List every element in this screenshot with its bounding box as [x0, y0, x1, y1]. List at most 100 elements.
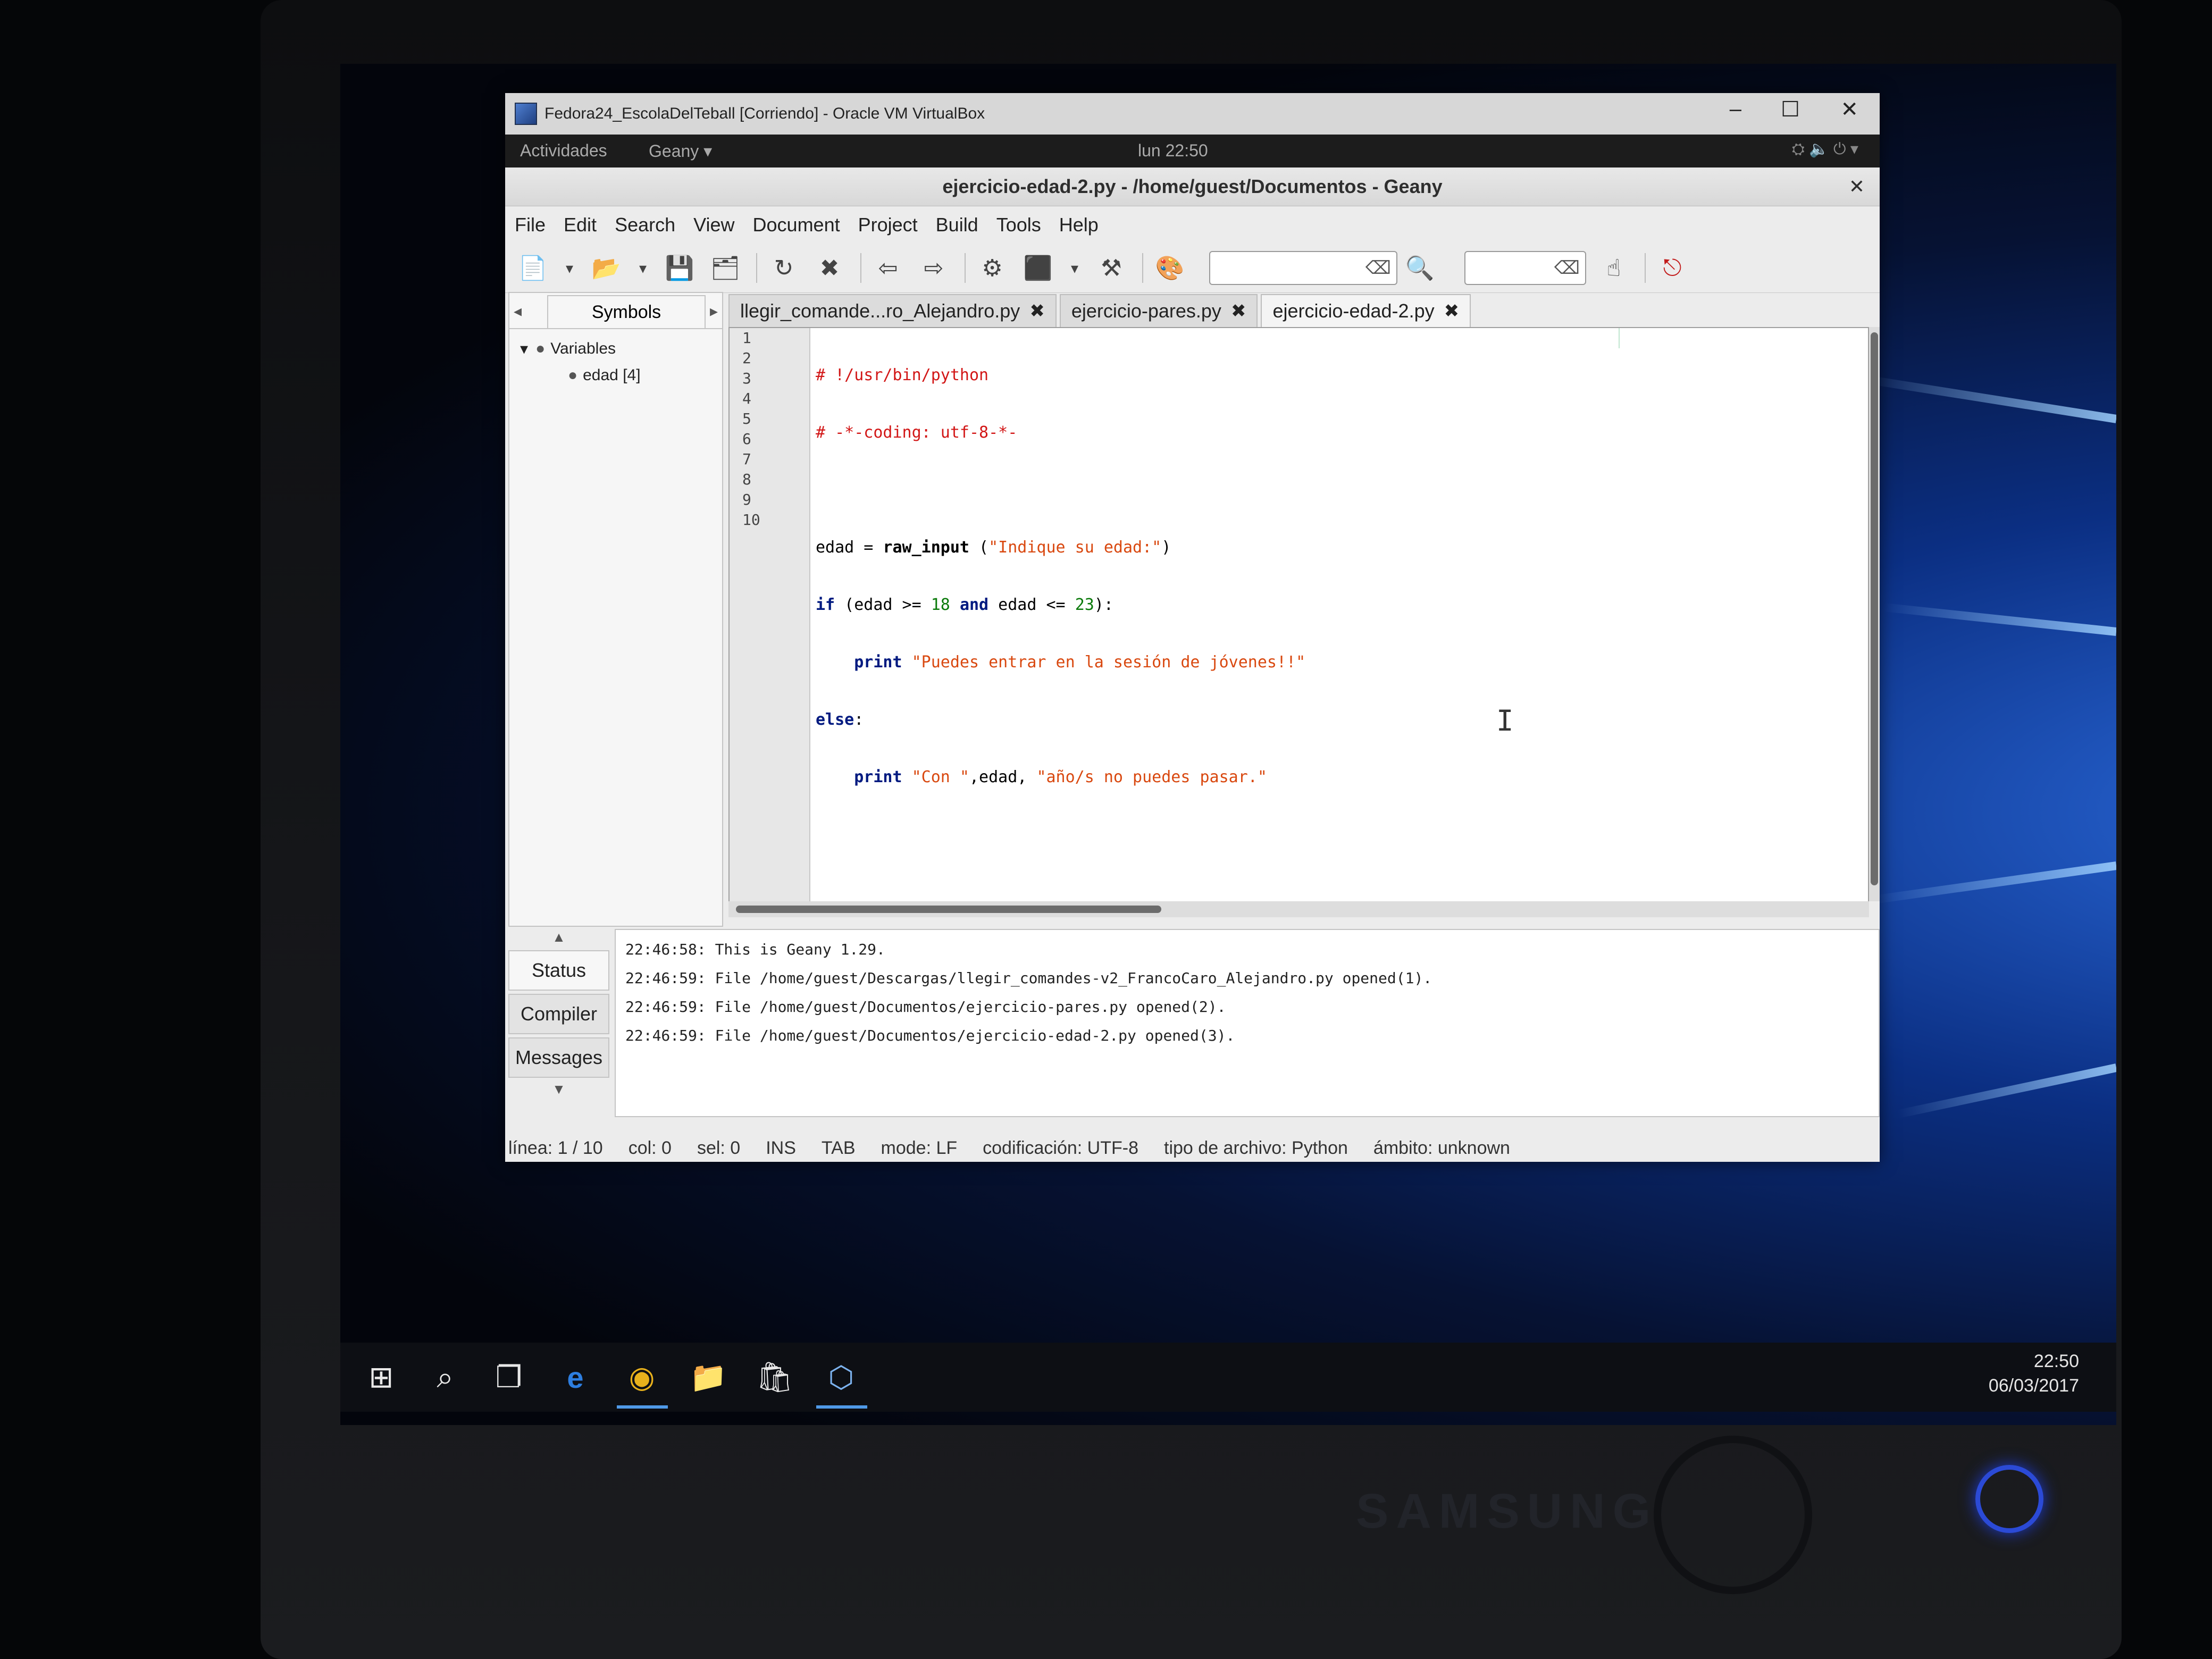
- gnome-top-bar: Actividades Geany ▾ lun 22:50 ⛭ 🔈 ⏻ ▾: [505, 135, 1880, 167]
- monitor-brand: SAMSUNG: [1356, 1484, 1658, 1538]
- maximize-button[interactable]: ☐: [1781, 97, 1800, 122]
- activities-button[interactable]: Actividades: [520, 141, 607, 161]
- task-view-icon[interactable]: ❐: [489, 1358, 529, 1397]
- app-menu-button[interactable]: Geany ▾: [649, 141, 712, 161]
- system-indicators-icon[interactable]: ⛭ 🔈 ⏻ ▾: [1792, 140, 1858, 158]
- clear-goto-icon[interactable]: ⌫: [1554, 257, 1580, 279]
- toolbar: 📄 ▾ 📂 ▾ 💾 🗂 ↻ ✖ ⇦ ⇨ ⚙ ⬛ ▾ ⚒ 🎨 ⌫ 🔍 ⌫ ☝ ⎋: [505, 244, 1880, 293]
- compile-icon[interactable]: ⚙: [975, 251, 1009, 285]
- color-chooser-icon[interactable]: 🎨: [1153, 251, 1187, 285]
- desktop-screen: Fedora24_EscolaDelTeball [Corriendo] - O…: [340, 64, 2116, 1425]
- geany-close-button[interactable]: ✕: [1849, 167, 1865, 206]
- close-file-icon[interactable]: ✖: [812, 251, 847, 285]
- line-number: 3: [742, 370, 751, 387]
- line-number: 6: [742, 430, 751, 448]
- navigate-back-icon[interactable]: ⇦: [871, 251, 905, 285]
- tab-ejercicio-edad-2[interactable]: ejercicio-edad-2.py ✖: [1261, 294, 1471, 327]
- clear-search-icon[interactable]: ⌫: [1365, 257, 1391, 279]
- menu-project[interactable]: Project: [858, 214, 918, 236]
- tab-label: ejercicio-edad-2.py: [1272, 300, 1435, 322]
- code-token: (: [969, 538, 989, 557]
- code-line: edad = raw_input ("Indique su edad:"): [816, 538, 1868, 558]
- code-line: print "Con ",edad, "año/s no puedes pasa…: [816, 767, 1868, 787]
- file-explorer-icon[interactable]: 📁: [689, 1358, 728, 1397]
- tab-llegir-comandes[interactable]: llegir_comande...ro_Alejandro.py ✖: [728, 294, 1057, 327]
- quit-icon[interactable]: ⎋: [1655, 251, 1689, 285]
- menu-search[interactable]: Search: [615, 214, 675, 236]
- new-file-icon[interactable]: 📄: [516, 251, 550, 285]
- menu-view[interactable]: View: [693, 214, 734, 236]
- start-windows-icon[interactable]: ⊞: [362, 1358, 401, 1397]
- code-line: print "Puedes entrar en la sesión de jóv…: [816, 652, 1868, 673]
- revert-icon[interactable]: ↻: [767, 251, 801, 285]
- tab-status[interactable]: Status: [508, 950, 609, 991]
- save-all-icon[interactable]: 🗂: [708, 251, 742, 285]
- status-encoding: codificación: UTF-8: [983, 1137, 1139, 1158]
- tree-row-edad[interactable]: ● edad [4]: [520, 362, 722, 389]
- tab-messages[interactable]: Messages: [508, 1037, 609, 1078]
- menu-build[interactable]: Build: [936, 214, 978, 236]
- work-area: ◂ Symbols ▸ ▾ ● Variables ● edad [4] lle…: [505, 292, 1880, 927]
- search-input[interactable]: ⌫: [1209, 251, 1397, 285]
- minimize-button[interactable]: –: [1730, 97, 1741, 121]
- geany-titlebar[interactable]: ejercicio-edad-2.py - /home/guest/Docume…: [505, 167, 1880, 206]
- menu-file[interactable]: File: [515, 214, 546, 236]
- status-log[interactable]: 22:46:58: This is Geany 1.29. 22:46:59: …: [615, 929, 1880, 1117]
- store-icon[interactable]: 🛍: [755, 1358, 794, 1397]
- build-dropdown-icon[interactable]: ▾: [1067, 251, 1083, 285]
- build-icon[interactable]: ⬛: [1021, 251, 1055, 285]
- tree-row-variables[interactable]: ▾ ● Variables: [520, 336, 722, 362]
- open-file-icon[interactable]: 📂: [589, 251, 623, 285]
- close-tab-icon[interactable]: ✖: [1029, 300, 1045, 322]
- scroll-up-icon[interactable]: ▲: [508, 929, 609, 950]
- active-app-underline: [816, 1405, 867, 1409]
- tree-label: edad [4]: [583, 366, 641, 384]
- code-token: ,edad,: [969, 768, 1037, 786]
- expander-down-icon[interactable]: ▾: [520, 340, 528, 358]
- gnome-clock[interactable]: lun 22:50: [1138, 141, 1208, 161]
- close-tab-icon[interactable]: ✖: [1444, 300, 1460, 322]
- virtualbox-titlebar[interactable]: Fedora24_EscolaDelTeball [Corriendo] - O…: [505, 93, 1880, 135]
- geany-window: ejercicio-edad-2.py - /home/guest/Docume…: [505, 167, 1880, 1162]
- navigate-forward-icon[interactable]: ⇨: [917, 251, 951, 285]
- close-tab-icon[interactable]: ✖: [1231, 300, 1246, 322]
- vertical-scrollbar[interactable]: [1869, 327, 1880, 901]
- new-dropdown-icon[interactable]: ▾: [562, 251, 577, 285]
- menu-edit[interactable]: Edit: [564, 214, 597, 236]
- string-literal: "Indique su edad:": [988, 538, 1162, 557]
- jump-to-line-icon[interactable]: ☝: [1597, 251, 1631, 285]
- system-clock[interactable]: 22:50 06/03/2017: [1989, 1349, 2079, 1398]
- chrome-icon[interactable]: ◉: [622, 1358, 661, 1397]
- code-token: ):: [1094, 596, 1113, 614]
- scroll-down-icon[interactable]: ▼: [508, 1081, 609, 1097]
- tab-compiler[interactable]: Compiler: [508, 994, 609, 1034]
- search-icon[interactable]: 🔍: [1403, 251, 1437, 285]
- monitor-speaker-ring: [1654, 1436, 1812, 1594]
- status-scope: ámbito: unknown: [1373, 1137, 1510, 1158]
- tab-ejercicio-pares[interactable]: ejercicio-pares.py ✖: [1059, 294, 1258, 327]
- horizontal-scrollbar[interactable]: [728, 901, 1869, 917]
- menu-document[interactable]: Document: [753, 214, 840, 236]
- keyword: and: [959, 596, 989, 614]
- scrollbar-thumb[interactable]: [736, 906, 1161, 913]
- search-icon[interactable]: ⌕: [425, 1358, 465, 1397]
- menu-help[interactable]: Help: [1059, 214, 1099, 236]
- save-icon[interactable]: 💾: [663, 251, 697, 285]
- edge-browser-icon[interactable]: e: [556, 1358, 595, 1397]
- code-editor[interactable]: 1 2 3 4 5 6 7 8 9 10 # !/usr/bin/python …: [728, 327, 1869, 903]
- close-button[interactable]: ✕: [1840, 97, 1858, 122]
- scrollbar-thumb[interactable]: [1871, 332, 1878, 885]
- sidebar-prev-tab-icon[interactable]: ◂: [509, 302, 526, 328]
- tab-symbols[interactable]: Symbols: [547, 295, 706, 328]
- execute-icon[interactable]: ⚒: [1094, 251, 1128, 285]
- goto-line-input[interactable]: ⌫: [1464, 251, 1586, 285]
- virtualbox-taskbar-icon[interactable]: ⬡: [822, 1358, 861, 1397]
- keyword: print: [854, 768, 902, 786]
- variable-group-icon: ●: [535, 340, 546, 357]
- open-dropdown-icon[interactable]: ▾: [635, 251, 651, 285]
- menu-tools[interactable]: Tools: [996, 214, 1041, 236]
- sidebar-next-tab-icon[interactable]: ▸: [706, 302, 722, 328]
- number-literal: 23: [1075, 596, 1094, 614]
- status-line: línea: 1 / 10: [508, 1137, 603, 1158]
- code-text[interactable]: # !/usr/bin/python # -*-coding: utf-8-*-…: [810, 328, 1868, 902]
